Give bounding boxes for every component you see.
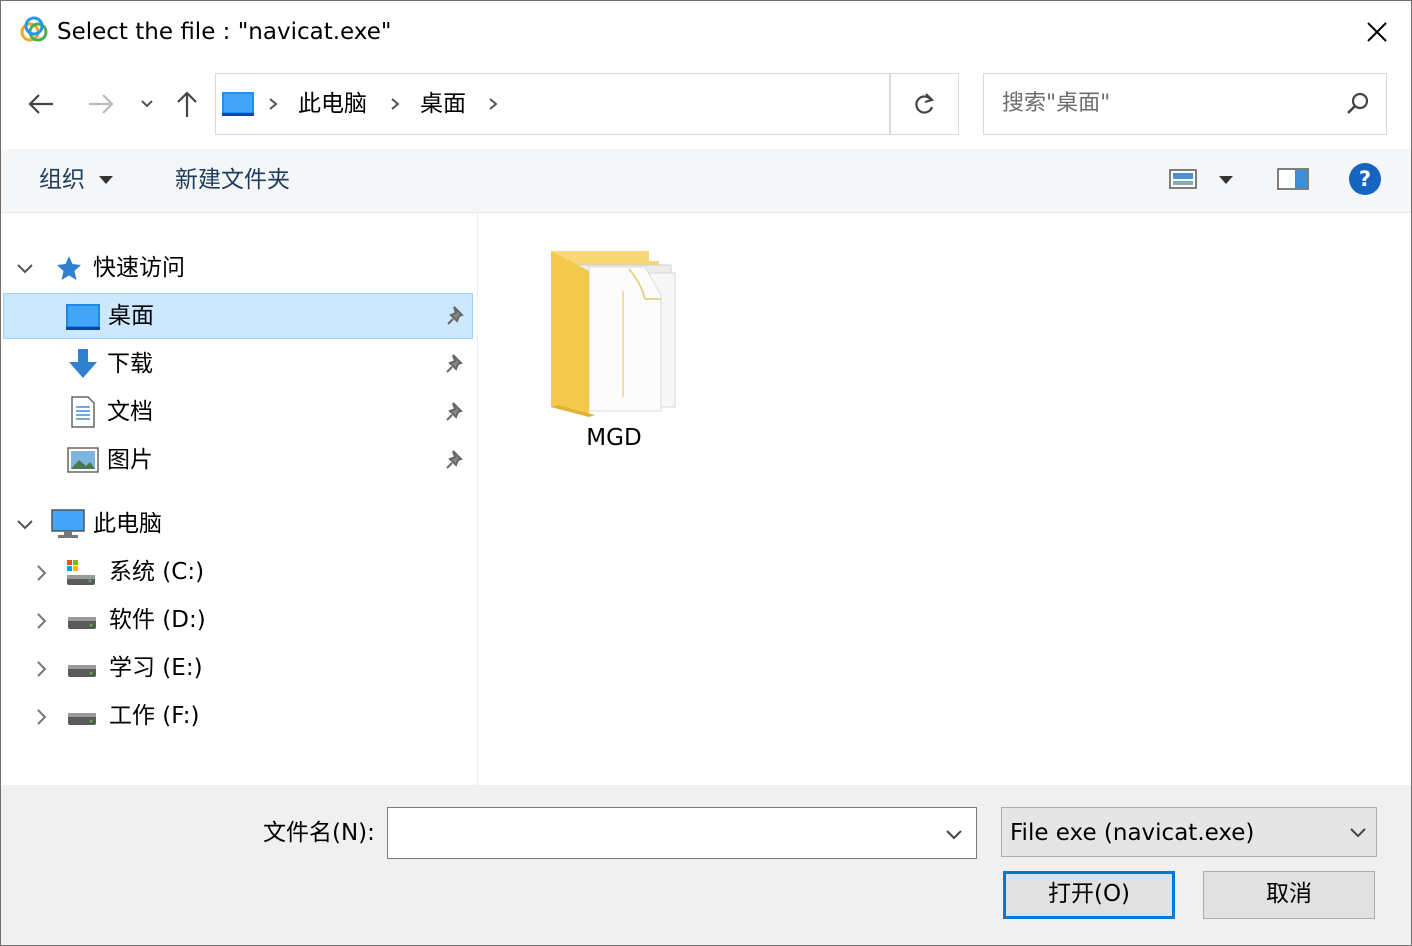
refresh-icon bbox=[915, 93, 935, 114]
sidebar-item-drive-d[interactable]: 软件 (D:) bbox=[1, 597, 478, 643]
navicat-icon bbox=[20, 16, 48, 42]
navigation-pane: 快速访问 桌面 下载 文档 图片 此电脑 系统 (C:) 软件 (D:) 学习 … bbox=[1, 213, 478, 785]
close-icon bbox=[1367, 22, 1387, 42]
chevron-right-icon bbox=[391, 98, 400, 110]
this-pc-label: 此电脑 bbox=[93, 511, 162, 537]
refresh-button[interactable] bbox=[889, 73, 959, 135]
chevron-right-icon[interactable] bbox=[31, 659, 51, 679]
view-mode-icon[interactable] bbox=[1169, 167, 1197, 191]
file-dialog: Select the file : "navicat.exe" 此电脑 桌面 搜… bbox=[0, 0, 1412, 946]
computer-icon bbox=[51, 509, 85, 538]
sidebar-item-documents[interactable]: 文档 bbox=[1, 389, 478, 435]
sidebar-item-drive-f[interactable]: 工作 (F:) bbox=[1, 693, 478, 739]
folder-icon bbox=[551, 251, 676, 417]
drive-icon bbox=[68, 713, 96, 725]
arrow-left-icon bbox=[28, 94, 53, 114]
pin-icon[interactable] bbox=[446, 304, 468, 328]
search-placeholder: 搜索"桌面" bbox=[1002, 91, 1111, 116]
chevron-right-icon bbox=[269, 98, 278, 110]
sidebar-item-label: 工作 (F:) bbox=[109, 703, 200, 729]
search-box[interactable]: 搜索"桌面" bbox=[983, 73, 1387, 135]
document-icon bbox=[71, 396, 95, 428]
sidebar-item-pictures[interactable]: 图片 bbox=[1, 437, 478, 483]
up-button[interactable] bbox=[171, 87, 203, 121]
close-button[interactable] bbox=[1351, 9, 1403, 55]
new-folder-button[interactable]: 新建文件夹 bbox=[175, 164, 290, 196]
tree-quick-access[interactable]: 快速访问 bbox=[1, 245, 478, 291]
sidebar-item-label: 图片 bbox=[107, 447, 153, 473]
dialog-footer: 文件名(N): File exe (navicat.exe) 打开(O) 取消 bbox=[1, 785, 1411, 945]
filename-label: 文件名(N): bbox=[263, 820, 375, 846]
file-type-filter[interactable]: File exe (navicat.exe) bbox=[1001, 807, 1377, 857]
sidebar-item-downloads[interactable]: 下载 bbox=[1, 341, 478, 387]
breadcrumb-this-pc[interactable]: 此电脑 bbox=[298, 88, 367, 120]
sidebar-item-label: 系统 (C:) bbox=[109, 559, 205, 585]
caret-down-icon bbox=[99, 176, 113, 184]
folder-name: MGD bbox=[586, 425, 642, 451]
filename-input[interactable] bbox=[394, 816, 924, 850]
dialog-title: Select the file : "navicat.exe" bbox=[57, 19, 392, 45]
pin-icon[interactable] bbox=[445, 448, 467, 472]
search-icon[interactable] bbox=[1344, 90, 1372, 118]
drive-icon bbox=[68, 665, 96, 677]
pin-icon[interactable] bbox=[445, 352, 467, 376]
organize-button[interactable]: 组织 bbox=[39, 164, 85, 196]
sidebar-item-desktop[interactable]: 桌面 bbox=[3, 293, 473, 339]
address-bar[interactable]: 此电脑 桌面 bbox=[215, 73, 1080, 135]
chevron-down-icon bbox=[1350, 828, 1366, 838]
sidebar-item-label: 学习 (E:) bbox=[109, 655, 203, 681]
breadcrumb-desktop[interactable]: 桌面 bbox=[420, 88, 466, 120]
cancel-button[interactable]: 取消 bbox=[1203, 871, 1375, 919]
drive-icon bbox=[68, 617, 96, 629]
chevron-right-icon[interactable] bbox=[31, 611, 51, 631]
download-icon bbox=[69, 349, 97, 378]
svg-text:?: ? bbox=[1359, 167, 1371, 191]
sidebar-item-label: 桌面 bbox=[108, 303, 154, 329]
desktop-icon bbox=[66, 304, 100, 330]
back-button[interactable] bbox=[25, 87, 57, 121]
toolbar: 组织 新建文件夹 ? bbox=[1, 149, 1411, 213]
tree-this-pc[interactable]: 此电脑 bbox=[1, 501, 478, 547]
chevron-right-icon bbox=[489, 98, 498, 110]
arrow-right-icon bbox=[89, 94, 114, 114]
title-bar: Select the file : "navicat.exe" bbox=[1, 1, 1411, 63]
chevron-right-icon[interactable] bbox=[31, 563, 51, 583]
quick-access-label: 快速访问 bbox=[93, 255, 185, 281]
chevron-right-icon[interactable] bbox=[31, 707, 51, 727]
sidebar-item-label: 下载 bbox=[107, 351, 153, 377]
file-type-value: File exe (navicat.exe) bbox=[1010, 820, 1255, 846]
arrow-up-icon bbox=[177, 91, 197, 117]
sidebar-item-label: 软件 (D:) bbox=[109, 607, 206, 633]
open-button[interactable]: 打开(O) bbox=[1003, 871, 1175, 919]
chevron-down-icon bbox=[141, 100, 153, 108]
recent-locations-button[interactable] bbox=[133, 87, 161, 121]
view-options-caret-icon[interactable] bbox=[1219, 175, 1233, 185]
help-icon[interactable]: ? bbox=[1349, 163, 1381, 195]
sidebar-item-drive-c[interactable]: 系统 (C:) bbox=[1, 549, 478, 595]
forward-button[interactable] bbox=[85, 87, 117, 121]
picture-icon bbox=[67, 447, 99, 473]
filename-combobox[interactable] bbox=[387, 807, 977, 859]
sidebar-item-drive-e[interactable]: 学习 (E:) bbox=[1, 645, 478, 691]
preview-pane-icon[interactable] bbox=[1277, 167, 1309, 191]
chevron-down-icon[interactable] bbox=[15, 259, 35, 279]
chevron-down-icon[interactable] bbox=[940, 820, 968, 848]
folder-item-mgd[interactable]: MGD bbox=[539, 241, 689, 461]
star-icon bbox=[57, 256, 81, 280]
pin-icon[interactable] bbox=[445, 400, 467, 424]
file-list: MGD bbox=[479, 213, 1411, 785]
chevron-down-icon[interactable] bbox=[15, 515, 35, 535]
desktop-icon bbox=[222, 92, 254, 116]
system-drive-icon bbox=[67, 560, 95, 585]
sidebar-item-label: 文档 bbox=[107, 399, 153, 425]
